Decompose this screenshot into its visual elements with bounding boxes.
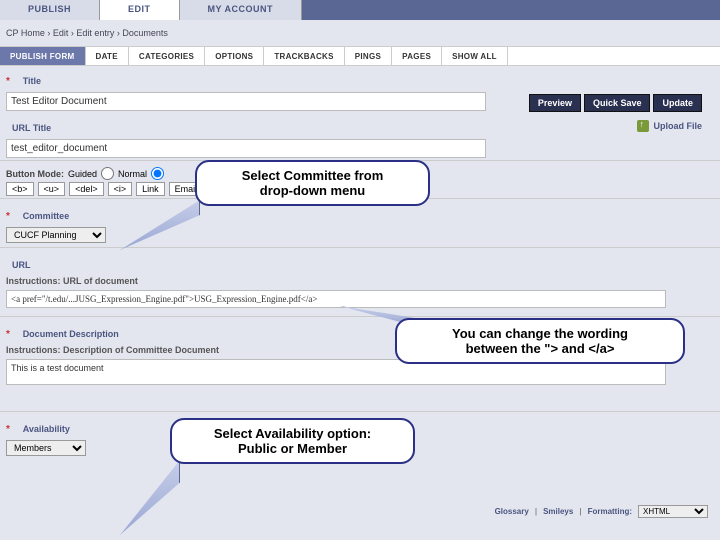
fmt-del-button[interactable]: <del>: [69, 182, 104, 196]
smileys-link[interactable]: Smileys: [543, 507, 573, 516]
title-label: Title: [17, 70, 47, 88]
mode-guided-radio[interactable]: [101, 167, 114, 180]
subtab-pages[interactable]: PAGES: [392, 47, 442, 65]
url-instructions: Instructions: URL of document: [0, 274, 720, 288]
subtab-publish-form[interactable]: PUBLISH FORM: [0, 47, 86, 65]
fmt-bold-button[interactable]: <b>: [6, 182, 34, 196]
fmt-i-button[interactable]: <i>: [108, 182, 133, 196]
top-nav: PUBLISH EDIT MY ACCOUNT: [0, 0, 720, 20]
urltitle-input[interactable]: [6, 139, 486, 158]
nav-tab-edit[interactable]: EDIT: [100, 0, 180, 20]
upload-icon: [637, 120, 649, 132]
docdesc-label: Document Description: [17, 323, 125, 341]
mode-normal-radio[interactable]: [151, 167, 164, 180]
glossary-link[interactable]: Glossary: [495, 507, 529, 516]
subtab-pings[interactable]: PINGS: [345, 47, 392, 65]
url-input[interactable]: <a pref="/t.edu/...JUSG_Expression_Engin…: [6, 290, 666, 308]
urltitle-label: URL Title: [6, 117, 57, 135]
update-button[interactable]: Update: [653, 94, 702, 112]
subtab-options[interactable]: OPTIONS: [205, 47, 264, 65]
callout-availability: Select Availability option: Public or Me…: [170, 418, 415, 464]
url-label: URL: [6, 254, 37, 272]
button-mode-label: Button Mode:: [6, 169, 64, 179]
nav-tab-publish[interactable]: PUBLISH: [0, 0, 100, 20]
action-buttons: Preview Quick Save Update: [529, 94, 702, 112]
subtab-date[interactable]: DATE: [86, 47, 129, 65]
formatting-label: Formatting:: [588, 507, 632, 516]
availability-label: Availability: [17, 418, 76, 436]
subtab-row: PUBLISH FORM DATE CATEGORIES OPTIONS TRA…: [0, 46, 720, 66]
fmt-u-button[interactable]: <u>: [38, 182, 66, 196]
required-marker: *: [6, 76, 10, 87]
quick-save-button[interactable]: Quick Save: [584, 94, 651, 112]
committee-label: Committee: [17, 205, 76, 223]
preview-button[interactable]: Preview: [529, 94, 581, 112]
nav-tab-myaccount[interactable]: MY ACCOUNT: [180, 0, 303, 20]
callout-3-tail: [120, 460, 180, 535]
callout-wording: You can change the wording between the "…: [395, 318, 685, 364]
callout-committee: Select Committee from drop-down menu: [195, 160, 430, 206]
breadcrumb: CP Home › Edit › Edit entry › Documents: [0, 20, 720, 46]
committee-select[interactable]: CUCF Planning: [6, 227, 106, 243]
fmt-link-button[interactable]: Link: [136, 182, 165, 196]
formatting-select[interactable]: XHTML: [638, 505, 708, 518]
subtab-show-all[interactable]: SHOW ALL: [442, 47, 508, 65]
subtab-categories[interactable]: CATEGORIES: [129, 47, 205, 65]
availability-select[interactable]: Members: [6, 440, 86, 456]
title-input[interactable]: [6, 92, 486, 111]
upload-file-link[interactable]: Upload File: [637, 120, 702, 132]
footer-links: Glossary | Smileys | Formatting: XHTML: [495, 505, 708, 518]
subtab-trackbacks[interactable]: TRACKBACKS: [264, 47, 344, 65]
